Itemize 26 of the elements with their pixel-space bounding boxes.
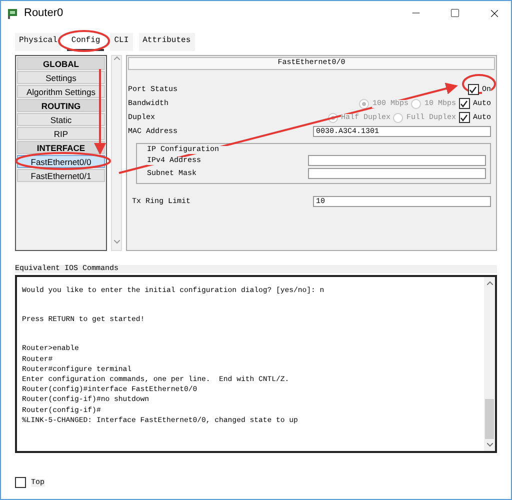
scrollbar[interactable] [111,55,122,251]
sidebar-item[interactable]: FastEthernet0/1 [17,169,105,182]
scrollbar[interactable] [484,277,495,451]
sidebar-item[interactable]: RIP [17,127,105,140]
sidebar-item[interactable]: Settings [17,71,105,84]
tab[interactable]: Attributes [138,33,195,51]
annotation-circle [462,74,496,94]
section-header: GLOBAL [17,57,105,70]
checkbox[interactable] [468,84,479,95]
sidebar-item[interactable]: Static [17,113,105,126]
tab[interactable]: Physical [15,33,62,51]
scroll-up-icon[interactable] [114,56,120,60]
input-field[interactable] [308,155,486,166]
checkbox[interactable] [15,477,26,488]
annotation-circle [58,30,110,52]
input-field[interactable] [308,168,486,179]
scroll-down-icon[interactable] [114,240,120,244]
scroll-thumb[interactable] [485,399,494,439]
maximize-icon [450,8,460,18]
router-icon [7,7,19,19]
scroll-up-icon[interactable] [486,281,492,285]
window-title: Router0 [24,7,64,19]
tab[interactable]: CLI [110,33,133,51]
sidebar-item[interactable]: Algorithm Settings [17,85,105,98]
scroll-down-icon[interactable] [486,443,492,447]
section-header: ROUTING [17,99,105,112]
